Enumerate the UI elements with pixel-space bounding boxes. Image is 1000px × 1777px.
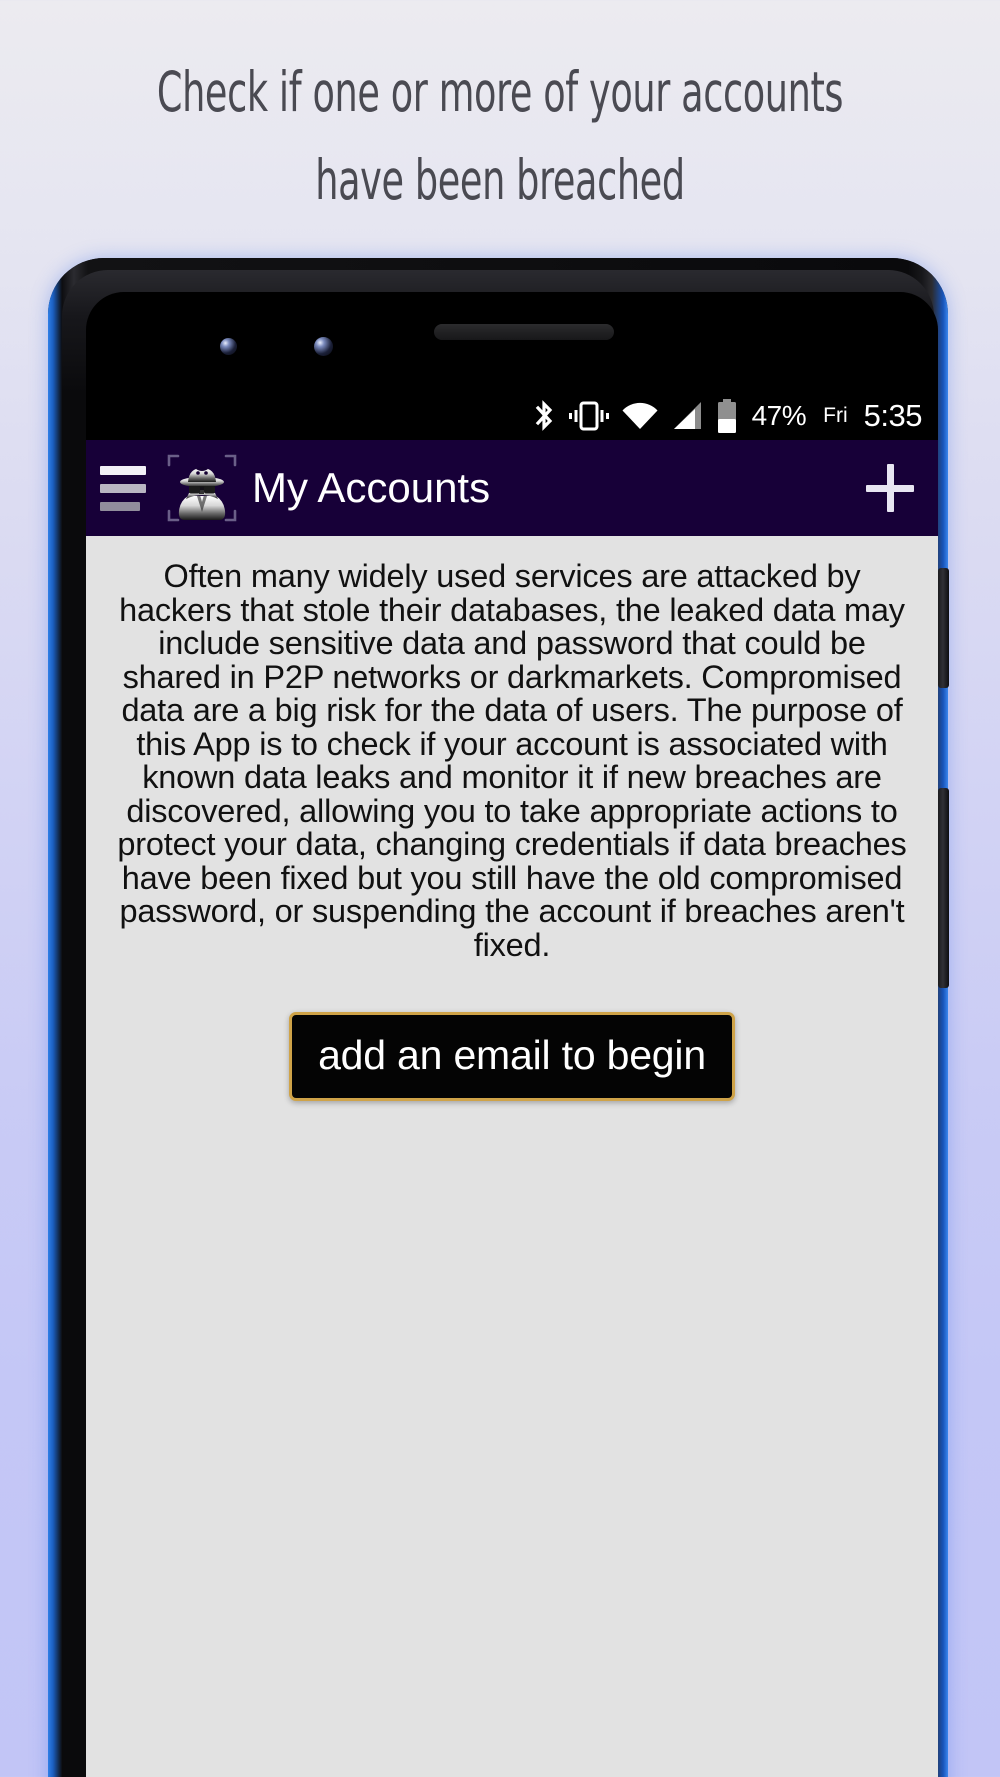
- cta-container: add an email to begin: [108, 1012, 916, 1101]
- spy-detective-logo-icon: [166, 452, 238, 524]
- cellular-signal-icon: [670, 399, 704, 433]
- hamburger-line-2: [100, 483, 146, 493]
- hamburger-line-3: [100, 501, 140, 511]
- promo-heading: Check if one or more of your accounts ha…: [156, 60, 844, 212]
- intro-description-text: Often many widely used services are atta…: [117, 558, 907, 963]
- front-camera-icon: [314, 337, 333, 356]
- phone-screen: 47% Fri 5:35 My Accounts Often many wide…: [86, 292, 938, 1777]
- power-button[interactable]: [938, 568, 949, 688]
- battery-icon: [715, 398, 739, 434]
- app-bar: My Accounts: [86, 440, 938, 536]
- battery-percentage: 47%: [751, 400, 807, 431]
- app-bar-title: My Accounts: [252, 464, 491, 511]
- proximity-sensor-icon: [220, 338, 237, 355]
- bluetooth-icon: [531, 399, 557, 433]
- phone-device-mockup: 47% Fri 5:35 My Accounts Often many wide…: [48, 258, 949, 1777]
- hamburger-line-1: [100, 465, 146, 475]
- add-email-button[interactable]: add an email to begin: [289, 1012, 735, 1101]
- status-day: Fri: [823, 404, 848, 427]
- wifi-icon: [621, 399, 659, 433]
- phone-inner-bezel: 47% Fri 5:35 My Accounts Often many wide…: [62, 270, 938, 1777]
- status-clock: 5:35: [863, 398, 923, 433]
- plus-icon[interactable]: [862, 460, 918, 516]
- volume-button[interactable]: [938, 788, 949, 988]
- earpiece-speaker-icon: [434, 324, 614, 340]
- app-content-area: Often many widely used services are atta…: [86, 536, 938, 1777]
- android-status-bar: 47% Fri 5:35: [86, 392, 938, 440]
- vibrate-icon: [568, 399, 610, 433]
- hamburger-menu-icon[interactable]: [100, 465, 148, 511]
